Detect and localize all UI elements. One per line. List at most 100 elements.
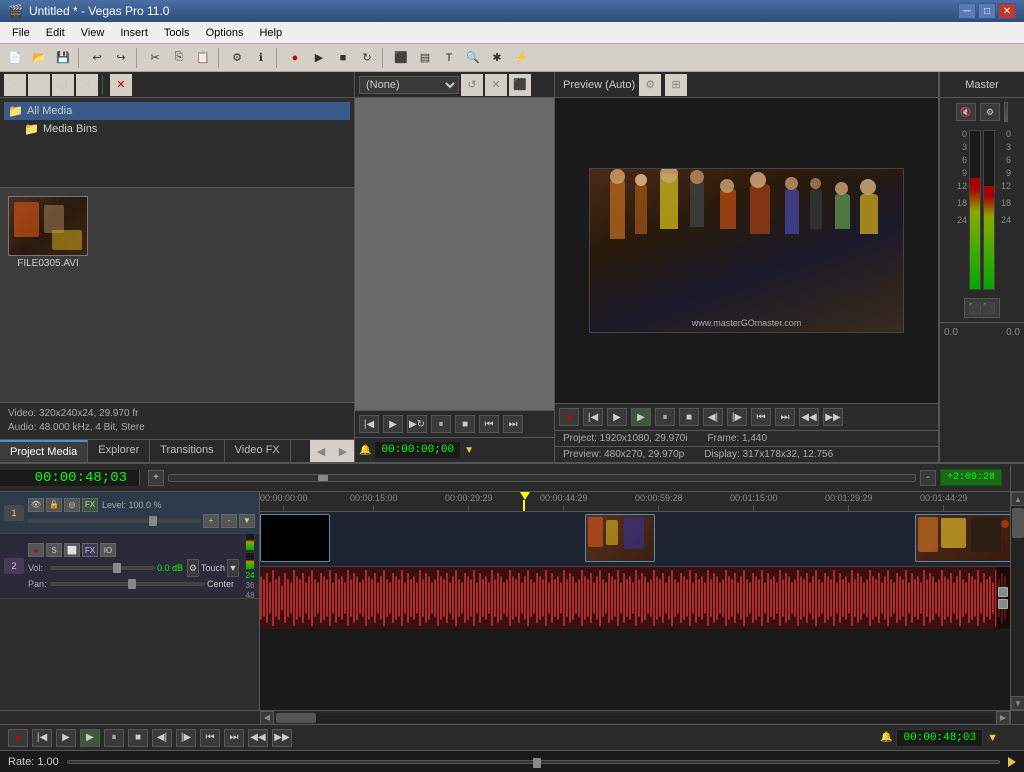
media-refresh[interactable]: ↺	[28, 74, 50, 96]
copy-button[interactable]: ⎘	[168, 47, 190, 69]
scroll-h-track[interactable]	[276, 713, 994, 723]
tree-item-all-media[interactable]: 📁 All Media	[4, 102, 350, 120]
media-item-file0305[interactable]: FILE0305.AVI	[8, 196, 88, 269]
video-track-remove[interactable]: -	[221, 514, 237, 528]
preview-stop[interactable]: ■	[679, 408, 699, 426]
zoom-out-btn[interactable]: -	[920, 470, 936, 486]
preview-next-event[interactable]: ⏭	[775, 408, 795, 426]
transport-next-event[interactable]: ⏭	[224, 729, 244, 747]
transport-play-active[interactable]: ▶	[80, 729, 100, 747]
trimmer-goto-start[interactable]: |◀	[359, 415, 379, 433]
video-track-lock[interactable]: 🔒	[46, 498, 62, 512]
preview-grid[interactable]: ⊞	[665, 74, 687, 96]
video-track-expand[interactable]: ▼	[239, 514, 255, 528]
transport-play[interactable]: ▶	[56, 729, 76, 747]
transport-slow-fwd[interactable]: ▶▶	[272, 729, 292, 747]
audio-mute[interactable]: ●	[28, 543, 44, 557]
maximize-button[interactable]: □	[978, 3, 996, 19]
meters-fader-btn[interactable]: ⬛⬛	[964, 298, 1000, 318]
meters-mute[interactable]: 🔇	[956, 103, 976, 121]
paste-button[interactable]: 📋	[192, 47, 214, 69]
preview-prev-event[interactable]: ⏮	[751, 408, 771, 426]
audio-arm[interactable]: ⬜	[64, 543, 80, 557]
audio-io[interactable]: IO	[100, 543, 116, 557]
tool3[interactable]: T	[438, 47, 460, 69]
tab-explorer[interactable]: Explorer	[88, 440, 150, 462]
menu-edit[interactable]: Edit	[38, 25, 73, 41]
menu-file[interactable]: File	[4, 25, 38, 41]
stop-button[interactable]: ■	[332, 47, 354, 69]
audio-handle-2[interactable]	[998, 599, 1008, 609]
trimmer-btn3[interactable]: ⬛	[509, 74, 531, 96]
video-clip-3[interactable]	[915, 514, 1010, 562]
transport-prev-frame[interactable]: ◀|	[152, 729, 172, 747]
tool5[interactable]: ✱	[486, 47, 508, 69]
save-button[interactable]: 💾	[52, 47, 74, 69]
trimmer-stop[interactable]: ■	[455, 415, 475, 433]
scroll-track[interactable]	[1011, 506, 1024, 696]
scroll-right-btn[interactable]: ▶	[996, 711, 1010, 725]
transport-record[interactable]: ●	[8, 729, 28, 747]
properties-button[interactable]: ℹ	[250, 47, 272, 69]
video-track-fx[interactable]: FX	[82, 498, 98, 512]
preview-goto-start[interactable]: |◀	[583, 408, 603, 426]
media-view[interactable]: ▦	[52, 74, 74, 96]
preview-slow-fwd[interactable]: ▶▶	[823, 408, 843, 426]
preview-prev-frame[interactable]: ◀|	[703, 408, 723, 426]
menu-view[interactable]: View	[73, 25, 113, 41]
cut-button[interactable]: ✂	[144, 47, 166, 69]
transport-slow-back[interactable]: ◀◀	[248, 729, 268, 747]
audio-touch-label[interactable]: Touch	[201, 563, 225, 573]
tab-transitions[interactable]: Transitions	[150, 440, 224, 462]
tool2[interactable]: ▤	[414, 47, 436, 69]
video-level-fader[interactable]	[28, 519, 201, 523]
tab-project-media[interactable]: Project Media	[0, 440, 88, 462]
audio-touch-dropdown[interactable]: ▼	[227, 559, 239, 577]
menu-insert[interactable]: Insert	[112, 25, 156, 41]
transport-pause[interactable]: ⏸	[104, 729, 124, 747]
media-list[interactable]: ≡	[76, 74, 98, 96]
minimize-button[interactable]: ─	[958, 3, 976, 19]
preview-next-frame[interactable]: |▶	[727, 408, 747, 426]
trimmer-btn1[interactable]: ↺	[461, 74, 483, 96]
media-add[interactable]: +	[4, 74, 26, 96]
master-fader[interactable]	[1004, 102, 1008, 122]
transport-stop[interactable]: ■	[128, 729, 148, 747]
close-button[interactable]: ✕	[998, 3, 1016, 19]
tool4[interactable]: 🔍	[462, 47, 484, 69]
zoom-slider[interactable]	[168, 474, 916, 482]
audio-fx[interactable]: FX	[82, 543, 98, 557]
new-button[interactable]: 📄	[4, 47, 26, 69]
scroll-left-btn[interactable]: ◀	[260, 711, 274, 725]
trimmer-source-select[interactable]: (None)	[359, 76, 459, 94]
media-delete[interactable]: ✕	[110, 74, 132, 96]
video-clip-1[interactable]	[260, 514, 330, 562]
trimmer-pause[interactable]: ⏸	[431, 415, 451, 433]
play-button[interactable]: ▶	[308, 47, 330, 69]
tab-video-fx[interactable]: Video FX	[225, 440, 291, 462]
video-track-composite[interactable]: ◎	[64, 498, 80, 512]
tool1[interactable]: ⬛	[390, 47, 412, 69]
audio-solo[interactable]: S	[46, 543, 62, 557]
trimmer-play-loop[interactable]: ▶↻	[407, 415, 427, 433]
preview-pause[interactable]: ⏸	[655, 408, 675, 426]
trimmer-nav2[interactable]: ⏭	[503, 415, 523, 433]
preview-play[interactable]: ▶	[607, 408, 627, 426]
tabs-scroll-right[interactable]: ▶	[332, 440, 354, 462]
transport-goto-start[interactable]: |◀	[32, 729, 52, 747]
render-button[interactable]: ⚙	[226, 47, 248, 69]
rate-slider[interactable]	[67, 760, 1000, 764]
video-clip-2[interactable]	[585, 514, 655, 562]
audio-handle-1[interactable]	[998, 587, 1008, 597]
preview-play-loop[interactable]: ▶	[631, 408, 651, 426]
audio-vol-fader[interactable]	[50, 566, 155, 570]
tool6[interactable]: ⚡	[510, 47, 532, 69]
scroll-down-btn[interactable]: ▼	[1011, 696, 1024, 710]
menu-help[interactable]: Help	[251, 25, 290, 41]
zoom-in-btn[interactable]: +	[148, 470, 164, 486]
audio-pan-fader[interactable]	[50, 582, 205, 586]
meters-settings[interactable]: ⚙	[980, 103, 1000, 121]
undo-button[interactable]: ↩	[86, 47, 108, 69]
transport-next-frame[interactable]: |▶	[176, 729, 196, 747]
menu-tools[interactable]: Tools	[156, 25, 198, 41]
